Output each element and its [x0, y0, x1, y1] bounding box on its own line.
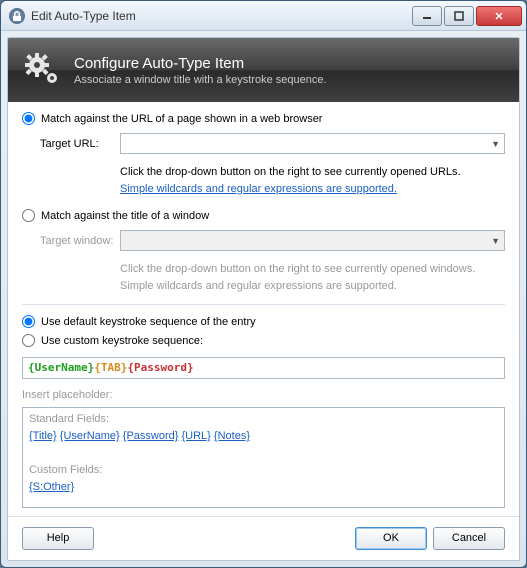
match-url-radio-row[interactable]: Match against the URL of a page shown in… [22, 112, 505, 125]
window-hint-1: Click the drop-down button on the right … [120, 263, 475, 275]
window-hint-2: Simple wildcards and regular expressions… [120, 280, 397, 292]
standard-fields-title: Standard Fields: [29, 411, 498, 428]
match-window-radio-row[interactable]: Match against the title of a window [22, 209, 505, 222]
target-window-select: ▼ [120, 230, 505, 251]
match-window-label: Match against the title of a window [41, 210, 209, 222]
gears-icon [22, 50, 62, 90]
ph-notes-link[interactable]: {Notes} [214, 430, 250, 442]
url-hint-text: Click the drop-down button on the right … [120, 166, 461, 178]
default-keystroke-radio-row[interactable]: Use default keystroke sequence of the en… [22, 315, 505, 328]
default-keystroke-radio[interactable] [22, 315, 35, 328]
banner-title: Configure Auto-Type Item [74, 55, 327, 72]
ph-password-link[interactable]: {Password} [123, 430, 179, 442]
placeholder-panel[interactable]: Standard Fields: {Title} {UserName} {Pas… [22, 407, 505, 508]
target-url-label: Target URL: [40, 138, 120, 150]
window-title: Edit Auto-Type Item [31, 9, 412, 23]
minimize-button[interactable] [412, 6, 442, 26]
wildcard-help-link[interactable]: Simple wildcards and regular expressions… [120, 183, 397, 195]
lock-icon [9, 8, 25, 24]
target-window-label: Target window: [40, 235, 120, 247]
custom-keystroke-radio-row[interactable]: Use custom keystroke sequence: [22, 334, 505, 347]
ph-sother-link[interactable]: {S:Other} [29, 481, 74, 493]
chevron-down-icon: ▼ [491, 236, 500, 246]
custom-fields-title: Custom Fields: [29, 462, 498, 479]
client-area: Configure Auto-Type Item Associate a win… [7, 37, 520, 561]
chevron-down-icon: ▼ [491, 139, 500, 149]
banner: Configure Auto-Type Item Associate a win… [8, 38, 519, 102]
ok-button[interactable]: OK [355, 527, 427, 550]
custom-keystroke-radio[interactable] [22, 334, 35, 347]
ks-password-token: {Password} [127, 361, 193, 374]
help-button[interactable]: Help [22, 527, 94, 550]
insert-placeholder-label: Insert placeholder: [22, 389, 505, 401]
keystroke-sequence-input[interactable]: {UserName}{TAB}{Password} [22, 357, 505, 379]
ph-title-link[interactable]: {Title} [29, 430, 57, 442]
cancel-button[interactable]: Cancel [433, 527, 505, 550]
match-url-label: Match against the URL of a page shown in… [41, 113, 322, 125]
target-url-select[interactable]: ▼ [120, 133, 505, 154]
button-bar: Help OK Cancel [8, 516, 519, 560]
custom-keystroke-label: Use custom keystroke sequence: [41, 335, 203, 347]
ph-url-link[interactable]: {URL} [182, 430, 211, 442]
banner-subtitle: Associate a window title with a keystrok… [74, 74, 327, 86]
default-keystroke-label: Use default keystroke sequence of the en… [41, 316, 256, 328]
titlebar[interactable]: Edit Auto-Type Item [1, 1, 526, 31]
close-button[interactable] [476, 6, 522, 26]
match-window-radio[interactable] [22, 209, 35, 222]
ks-username-token: {UserName} [28, 361, 94, 374]
dialog-window: Edit Auto-Type Item Configure Auto-T [0, 0, 527, 568]
maximize-button[interactable] [444, 6, 474, 26]
ph-username-link[interactable]: {UserName} [60, 430, 120, 442]
match-url-radio[interactable] [22, 112, 35, 125]
ks-tab-token: {TAB} [94, 361, 127, 374]
